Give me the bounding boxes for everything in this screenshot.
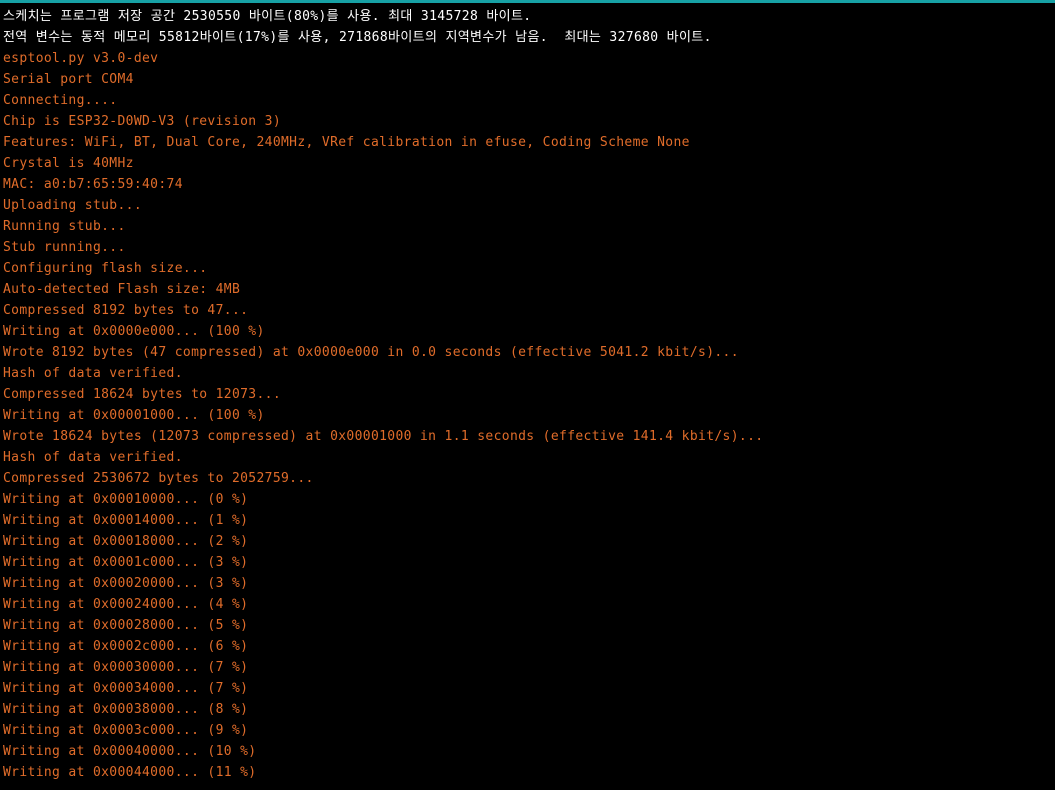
console-output-line: Auto-detected Flash size: 4MB [3,282,241,297]
console-output-line: Connecting.... [3,93,118,108]
console-output-line: Chip is ESP32-D0WD-V3 (revision 3) [3,114,282,129]
console-output-line: Serial port COM4 [3,72,134,87]
console-output-line: Crystal is 40MHz [3,156,134,171]
console-info-line: 스케치는 프로그램 저장 공간 2530550 바이트(80%)를 사용. 최대… [3,9,532,24]
console-output-line: Writing at 0x00030000... (7 %) [3,660,249,675]
console-output-line: Running stub... [3,219,126,234]
console-output-line: MAC: a0:b7:65:59:40:74 [3,177,183,192]
console-output-line: Wrote 18624 bytes (12073 compressed) at … [3,429,764,444]
console-output-line: Writing at 0x00020000... (3 %) [3,576,249,591]
console-output-line: Writing at 0x00044000... (11 %) [3,765,257,780]
console-output-line: Compressed 8192 bytes to 47... [3,303,249,318]
console-output-line: Writing at 0x00034000... (7 %) [3,681,249,696]
console-output-line: Features: WiFi, BT, Dual Core, 240MHz, V… [3,135,690,150]
console-output-line: Hash of data verified. [3,366,183,381]
console-output-line: Wrote 8192 bytes (47 compressed) at 0x00… [3,345,739,360]
console-output-line: Hash of data verified. [3,450,183,465]
console-output-line: Compressed 18624 bytes to 12073... [3,387,282,402]
console-output-line: Compressed 2530672 bytes to 2052759... [3,471,314,486]
console-info-line: 전역 변수는 동적 메모리 55812바이트(17%)를 사용, 271868바… [3,30,712,45]
console-output-line: Writing at 0x0002c000... (6 %) [3,639,249,654]
console-top-border [0,0,1055,3]
console-output-line: Writing at 0x00038000... (8 %) [3,702,249,717]
console-output-line: esptool.py v3.0-dev [3,51,159,66]
console-output-line: Writing at 0x00014000... (1 %) [3,513,249,528]
console-output-line: Writing at 0x00001000... (100 %) [3,408,265,423]
console-output-line: Writing at 0x00028000... (5 %) [3,618,249,633]
serial-output-console[interactable]: 스케치는 프로그램 저장 공간 2530550 바이트(80%)를 사용. 최대… [0,0,1055,790]
console-output-line: Writing at 0x00010000... (0 %) [3,492,249,507]
console-output-line: Writing at 0x00018000... (2 %) [3,534,249,549]
console-output-line: Writing at 0x00040000... (10 %) [3,744,257,759]
console-output-line: Writing at 0x00024000... (4 %) [3,597,249,612]
console-output-line: Writing at 0x0000e000... (100 %) [3,324,265,339]
console-output-line: Stub running... [3,240,126,255]
console-output-line: Configuring flash size... [3,261,208,276]
console-output-line: Uploading stub... [3,198,143,213]
console-output-line: Writing at 0x0001c000... (3 %) [3,555,249,570]
console-output-line: Writing at 0x0003c000... (9 %) [3,723,249,738]
console-log: 스케치는 프로그램 저장 공간 2530550 바이트(80%)를 사용. 최대… [3,6,763,783]
